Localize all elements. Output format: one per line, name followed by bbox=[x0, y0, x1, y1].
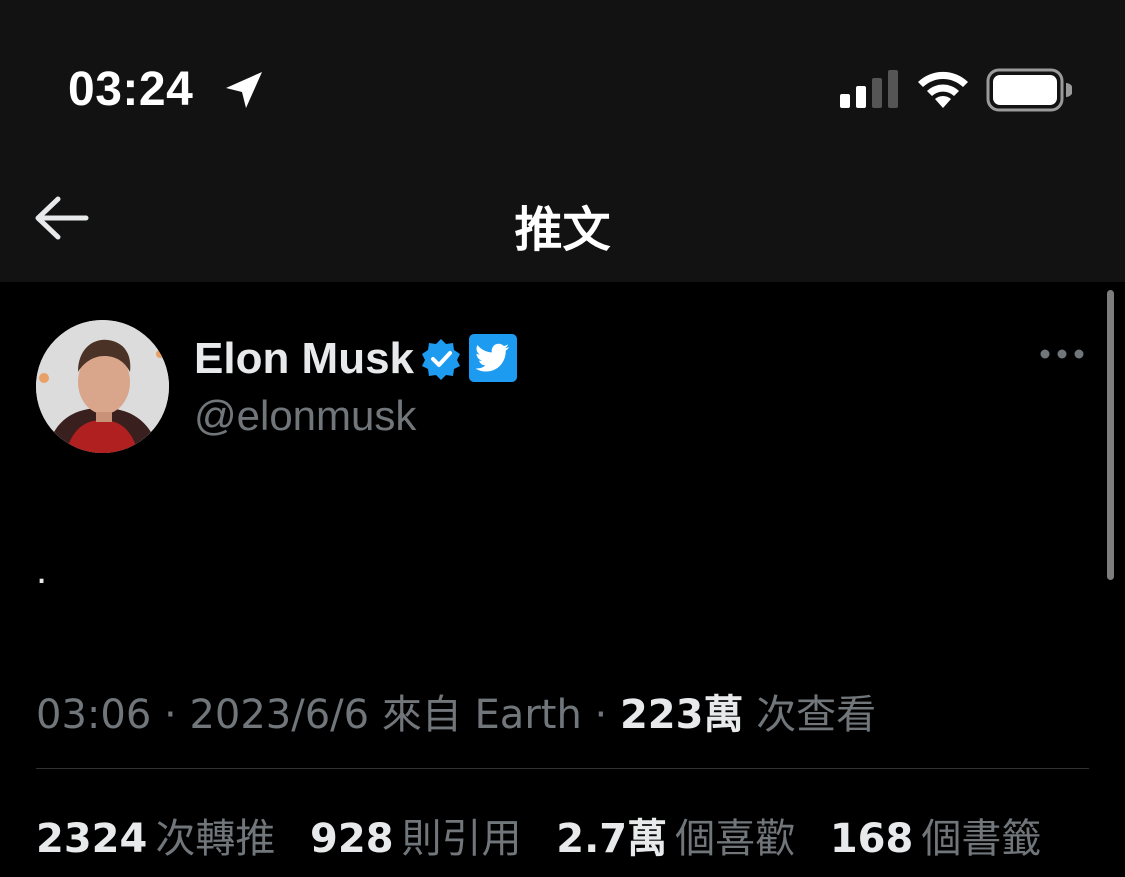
verified-badge-icon bbox=[422, 339, 460, 380]
wifi-icon bbox=[918, 71, 968, 108]
quotes-count: 928 bbox=[310, 816, 394, 862]
tweet-date[interactable]: 2023/6/6 bbox=[189, 692, 369, 738]
page-title: 推文 bbox=[514, 202, 611, 258]
views-count[interactable]: 223萬 bbox=[620, 692, 744, 738]
quotes-stat[interactable]: 928 則引用 bbox=[310, 806, 522, 864]
avatar[interactable] bbox=[36, 320, 169, 453]
battery-icon bbox=[986, 68, 1072, 112]
cellular-signal-icon bbox=[840, 70, 898, 108]
status-time: 03:24 bbox=[68, 63, 194, 116]
meta-separator: · bbox=[164, 692, 177, 738]
tweet: Elon Musk @elonmusk . 03:06 · 2023/6/6 來… bbox=[0, 282, 1125, 877]
navigation-bar: 推文 bbox=[0, 170, 1125, 282]
author-name[interactable]: Elon Musk bbox=[194, 334, 414, 384]
retweets-stat[interactable]: 2324 次轉推 bbox=[36, 806, 275, 864]
retweets-count: 2324 bbox=[36, 816, 148, 862]
status-bar: 03:24 bbox=[0, 0, 1125, 170]
location-arrow-icon bbox=[226, 72, 262, 108]
source-prefix: 來自 bbox=[381, 692, 462, 738]
views-label: 次查看 bbox=[756, 692, 877, 738]
tweet-text: . bbox=[36, 548, 48, 592]
author-handle[interactable]: @elonmusk bbox=[194, 392, 416, 440]
tweet-detail-screen: 03:24 推文 Elon Musk @elonmusk . 03:06 · 2… bbox=[0, 0, 1125, 877]
avatar-image bbox=[36, 320, 169, 453]
engagement-stats: 2324 次轉推 928 則引用 2.7萬 個喜歡 168 個書籤 bbox=[36, 806, 1063, 864]
tweet-metadata: 03:06 · 2023/6/6 來自 Earth · 223萬 次查看 bbox=[36, 682, 876, 740]
meta-separator: · bbox=[594, 692, 608, 738]
likes-label: 個喜歡 bbox=[675, 816, 796, 862]
more-options-icon[interactable] bbox=[1040, 348, 1084, 360]
tweet-source: Earth bbox=[474, 692, 582, 738]
scrollbar[interactable] bbox=[1107, 290, 1114, 580]
bookmarks-count: 168 bbox=[829, 816, 914, 862]
bookmarks-stat[interactable]: 168 個書籤 bbox=[830, 806, 1042, 864]
likes-stat[interactable]: 2.7萬 個喜歡 bbox=[556, 806, 795, 864]
tweet-time[interactable]: 03:06 bbox=[36, 692, 151, 738]
likes-count: 2.7萬 bbox=[556, 816, 668, 862]
quotes-label: 則引用 bbox=[401, 816, 522, 862]
twitter-bird-icon bbox=[469, 334, 517, 382]
retweets-label: 次轉推 bbox=[155, 816, 276, 862]
divider bbox=[36, 768, 1089, 769]
bookmarks-label: 個書籤 bbox=[921, 816, 1042, 862]
